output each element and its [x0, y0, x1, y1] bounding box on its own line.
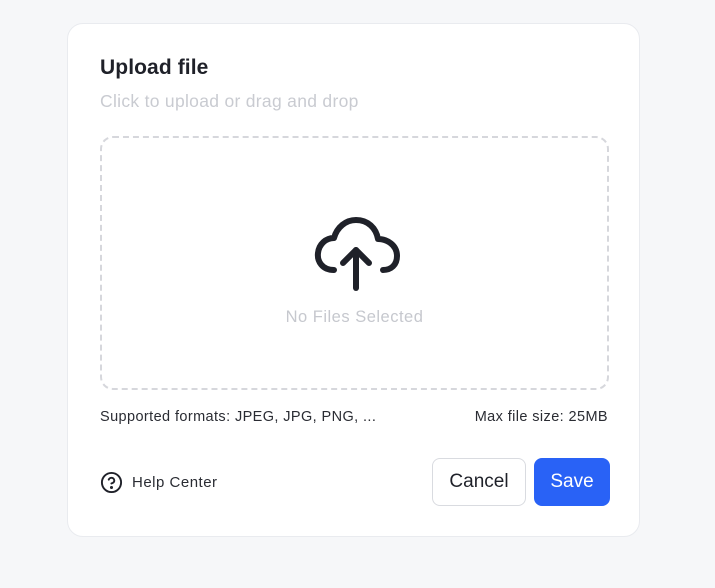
- help-center-label: Help Center: [132, 474, 218, 491]
- supported-formats-text: Supported formats: JPEG, JPG, PNG, ...: [100, 409, 377, 425]
- dialog-title: Upload file: [100, 56, 209, 79]
- cancel-button[interactable]: Cancel: [432, 458, 526, 506]
- cloud-upload-icon: [314, 217, 400, 291]
- dialog-subtitle: Click to upload or drag and drop: [100, 91, 359, 111]
- save-button[interactable]: Save: [534, 458, 610, 506]
- no-files-text: No Files Selected: [285, 308, 424, 326]
- file-dropzone[interactable]: No Files Selected: [100, 136, 609, 390]
- upload-dialog: Upload file Click to upload or drag and …: [67, 23, 640, 537]
- max-file-size-text: Max file size: 25MB: [474, 409, 608, 425]
- help-circle-icon: [100, 471, 123, 494]
- help-center-link[interactable]: Help Center: [100, 471, 218, 494]
